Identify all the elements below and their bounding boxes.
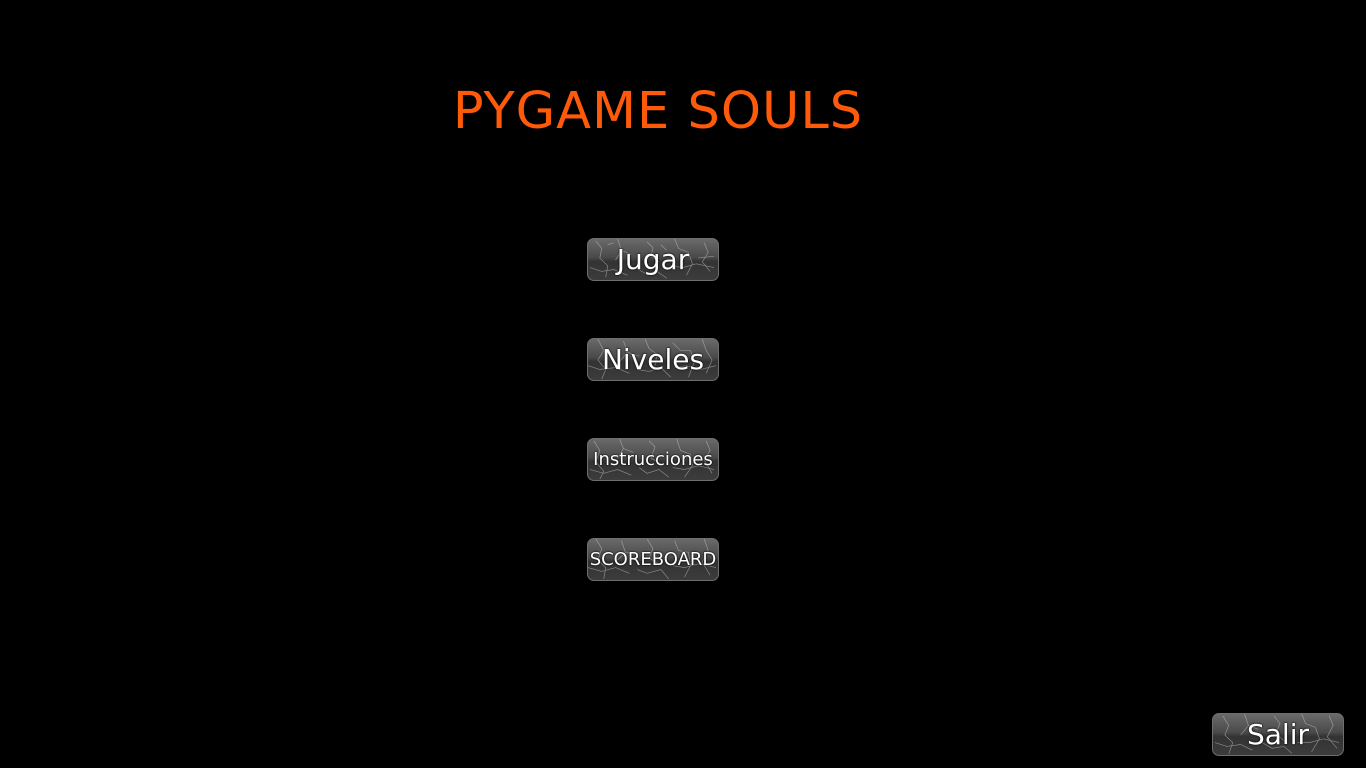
instructions-button[interactable]: Instrucciones [587, 438, 719, 481]
play-button-label: Jugar [616, 243, 690, 276]
scoreboard-button-label: SCOREBOARD [589, 549, 717, 570]
play-button[interactable]: Jugar [587, 238, 719, 281]
exit-button[interactable]: Salir [1212, 713, 1344, 756]
levels-button[interactable]: Niveles [587, 338, 719, 381]
main-menu-screen: PYGAME SOULS Jugar Niveles Instrucciones… [0, 0, 1366, 768]
game-title: PYGAME SOULS [452, 82, 864, 141]
exit-button-label: Salir [1246, 718, 1309, 751]
instructions-button-label: Instrucciones [593, 449, 713, 470]
levels-button-label: Niveles [601, 343, 705, 376]
scoreboard-button[interactable]: SCOREBOARD [587, 538, 719, 581]
